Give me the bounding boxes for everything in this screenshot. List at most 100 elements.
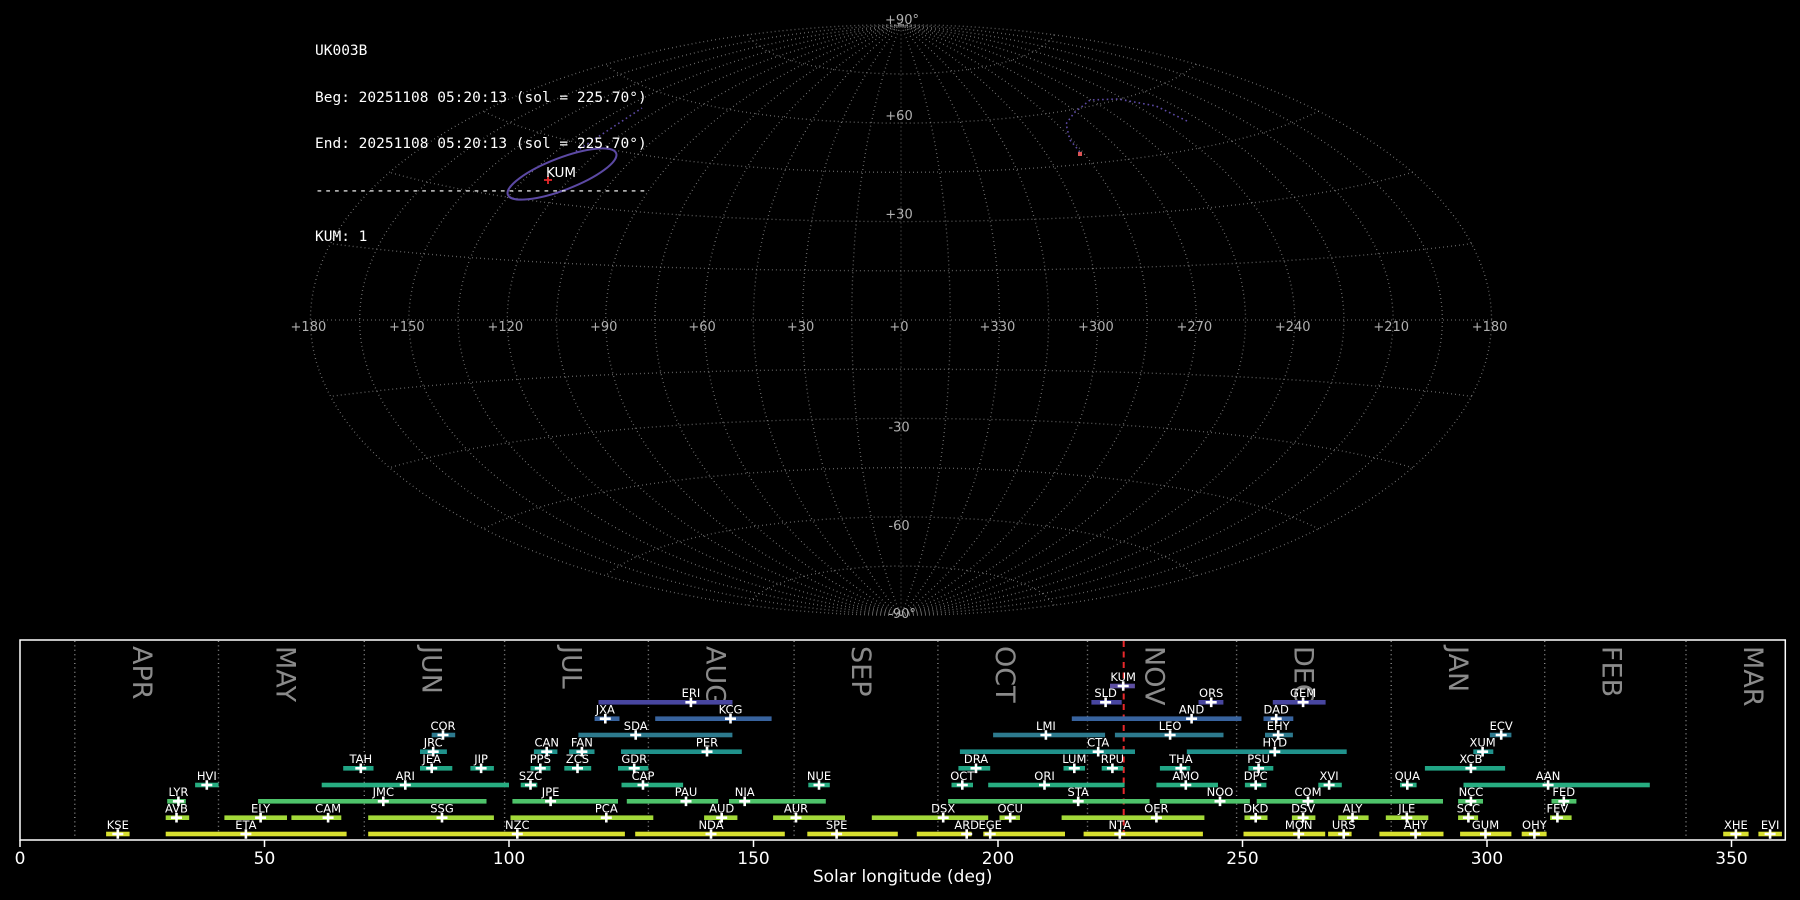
meridian-line <box>605 24 902 616</box>
month-label-APR: APR <box>126 646 157 700</box>
shower-label-XVI: XVI <box>1320 769 1339 783</box>
x-axis-title: Solar longitude (deg) <box>813 867 993 887</box>
shower-label-NIA: NIA <box>735 785 755 799</box>
month-label-MAR: MAR <box>1737 646 1768 707</box>
shower-label-HYD: HYD <box>1263 736 1288 750</box>
shower-label-JIP: JIP <box>473 752 488 766</box>
shower-label-LMI: LMI <box>1036 719 1056 733</box>
shower-label-PER: PER <box>696 736 718 750</box>
shower-label-GDR: GDR <box>621 752 647 766</box>
shower-label-SCC: SCC <box>1457 802 1480 816</box>
shower-label-CAP: CAP <box>632 769 655 783</box>
shower-bar-PCA <box>510 815 654 820</box>
shower-bar-NZC <box>368 831 625 837</box>
shower-label-NDA: NDA <box>698 818 723 832</box>
shower-label-ECV: ECV <box>1490 719 1513 733</box>
shower-label-ETA: ETA <box>235 818 256 832</box>
shower-label-NZC: NZC <box>505 818 530 832</box>
x-tick-label-200: 200 <box>982 849 1014 869</box>
shower-label-NTA: NTA <box>1108 818 1131 832</box>
shower-label-OCU: OCU <box>997 802 1023 816</box>
lon-label-+180: +180 <box>1472 320 1508 335</box>
shower-label-SDA: SDA <box>624 719 648 733</box>
shower-labels: KSE ETA NZC NDA SPE ARD EGE NTA MON URS AHY GUM OHY X… <box>107 670 1780 832</box>
month-label-SEP: SEP <box>845 646 876 696</box>
shower-label-ARD: ARD <box>954 818 979 832</box>
begin-time-line: Beg: 20251108 05:20:13 (sol = 225.70°) <box>315 89 647 106</box>
shower-bar-PAU <box>626 799 719 804</box>
shower-label-RPU: RPU <box>1101 752 1124 766</box>
shower-label-DSV: DSV <box>1291 802 1315 816</box>
shower-bar-STA <box>948 799 1150 804</box>
info-header: UK003B Beg: 20251108 05:20:13 (sol = 225… <box>315 13 647 277</box>
x-tick-label-250: 250 <box>1226 849 1258 869</box>
shower-label-EGE: EGE <box>978 818 1001 832</box>
shower-label-NCC: NCC <box>1459 785 1484 799</box>
meridian-line <box>900 24 1197 616</box>
shower-label-ARI: ARI <box>396 769 415 783</box>
lon-label-+0: +0 <box>889 320 908 335</box>
shower-label-KSE: KSE <box>107 818 129 832</box>
shower-bar-CAM <box>291 815 342 820</box>
shower-label-ALY: ALY <box>1343 802 1364 816</box>
shower-label-DKD: DKD <box>1243 802 1268 816</box>
shower-bar-OER <box>1061 815 1205 820</box>
shower-label-CAN: CAN <box>534 736 559 750</box>
shower-label-JMC: JMC <box>372 785 394 799</box>
shower-label-DPC: DPC <box>1244 769 1268 783</box>
shower-label-LEO: LEO <box>1159 719 1182 733</box>
sky-map-and-activity-chart: +180 +150 +120 +90 +60 +30 +0 +330 +300 +270 +240 +… <box>15 13 1787 887</box>
shower-label-SPE: SPE <box>826 818 848 832</box>
shower-label-JRC: JRC <box>423 736 443 750</box>
shower-label-TAH: TAH <box>348 752 372 766</box>
lon-label-+240: +240 <box>1275 320 1311 335</box>
shower-label-OCT: OCT <box>950 769 975 783</box>
shower-bar-ORI <box>988 782 1125 788</box>
shower-label-SLD: SLD <box>1094 686 1117 700</box>
lat-label--30: -30 <box>888 420 909 435</box>
shower-label-MON: MON <box>1285 818 1313 832</box>
shower-label-PSU: PSU <box>1247 752 1270 766</box>
shower-label-XHE: XHE <box>1724 818 1748 832</box>
month-label-JUN: JUN <box>415 644 446 694</box>
shower-label-AAN: AAN <box>1536 769 1561 783</box>
shower-label-THA: THA <box>1168 752 1193 766</box>
shower-bar-NTA <box>1083 831 1203 837</box>
shower-label-ERI: ERI <box>682 686 701 700</box>
lon-label-+180: +180 <box>291 320 327 335</box>
x-tick-label-300: 300 <box>1471 849 1503 869</box>
month-label-JUL: JUL <box>556 644 587 689</box>
shower-label-GUM: GUM <box>1472 818 1499 832</box>
shower-bar-ARI <box>321 782 509 788</box>
station-id: UK003B <box>315 43 368 59</box>
lon-label-+270: +270 <box>1176 320 1212 335</box>
shower-label-AHY: AHY <box>1404 818 1429 832</box>
shower-bar-AND <box>1071 716 1242 721</box>
shower-label-COR: COR <box>430 719 455 733</box>
shower-label-FAN: FAN <box>571 736 593 750</box>
month-label-FEB: FEB <box>1596 646 1627 697</box>
x-tick-label-350: 350 <box>1715 849 1747 869</box>
shower-label-AND: AND <box>1179 703 1204 717</box>
shower-bar-XCB <box>1424 766 1506 771</box>
shower-label-NUE: NUE <box>807 769 831 783</box>
shower-label-KCG: KCG <box>719 703 743 717</box>
shower-label-ELY: ELY <box>251 802 271 816</box>
parallel-line <box>747 565 1055 606</box>
shower-label-PPS: PPS <box>530 752 551 766</box>
shower-label-GEM: GEM <box>1290 686 1316 700</box>
shower-label-STA: STA <box>1068 785 1089 799</box>
x-tick-label-0: 0 <box>15 849 26 869</box>
parallel-line <box>747 34 1055 75</box>
x-axis: 0 50 100 150 200 250 300 350 Solar longitude (de… <box>15 840 1748 887</box>
end-time-line: End: 20251108 05:20:13 (sol = 225.70°) <box>315 136 647 152</box>
shower-label-QUA: QUA <box>1395 769 1420 783</box>
lat-label-+60: +60 <box>885 109 912 124</box>
lon-label-+330: +330 <box>980 320 1016 335</box>
shower-label-JEA: JEA <box>421 752 441 766</box>
shower-label-ZCS: ZCS <box>566 752 589 766</box>
x-tick-label-150: 150 <box>737 849 769 869</box>
shower-label-PAU: PAU <box>675 785 697 799</box>
month-label-MAY: MAY <box>270 646 301 703</box>
shower-label-JPE: JPE <box>541 785 560 799</box>
